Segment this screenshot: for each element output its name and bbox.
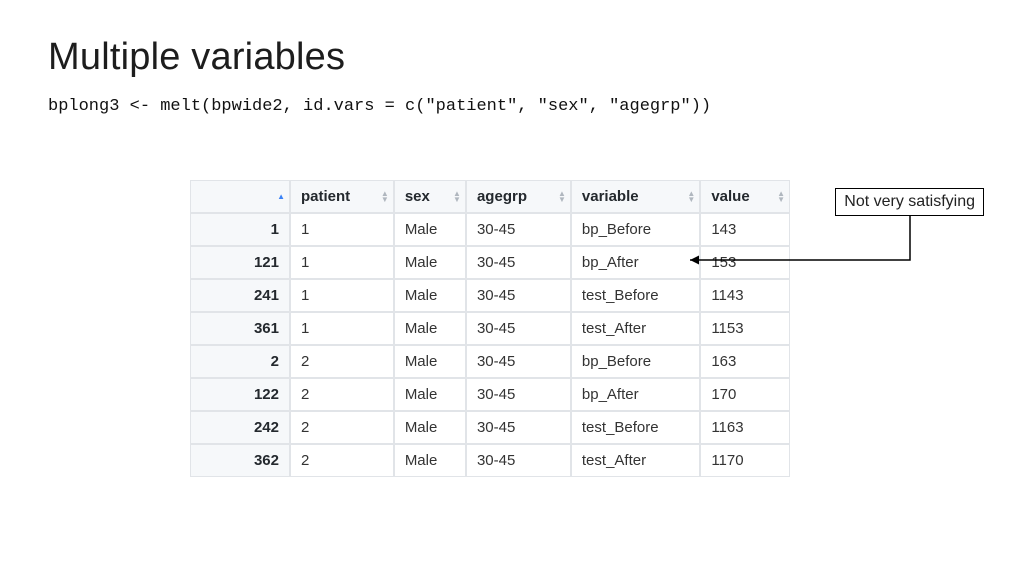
annotation-text: Not very satisfying — [844, 193, 975, 210]
row-index: 2 — [190, 345, 290, 378]
cell-agegrp: 30-45 — [466, 378, 571, 411]
table-row: 242 2 Male 30-45 test_Before 1163 — [190, 411, 790, 444]
col-header-label: value — [711, 188, 749, 205]
table-row: 361 1 Male 30-45 test_After 1153 — [190, 312, 790, 345]
cell-patient: 1 — [290, 312, 394, 345]
row-index: 241 — [190, 279, 290, 312]
cell-agegrp: 30-45 — [466, 411, 571, 444]
cell-value: 1163 — [700, 411, 790, 444]
cell-value: 143 — [700, 213, 790, 246]
cell-variable: bp_After — [571, 246, 700, 279]
cell-value: 170 — [700, 378, 790, 411]
page-title: Multiple variables — [48, 36, 976, 79]
row-index: 122 — [190, 378, 290, 411]
cell-sex: Male — [394, 312, 466, 345]
cell-patient: 1 — [290, 279, 394, 312]
data-table: ▲ patient ▲▼ sex ▲▼ agegrp ▲▼ — [190, 180, 790, 477]
col-header-sex[interactable]: sex ▲▼ — [394, 180, 466, 213]
table-row: 122 2 Male 30-45 bp_After 170 — [190, 378, 790, 411]
cell-value: 163 — [700, 345, 790, 378]
cell-variable: bp_Before — [571, 213, 700, 246]
table-row: 2 2 Male 30-45 bp_Before 163 — [190, 345, 790, 378]
cell-agegrp: 30-45 — [466, 345, 571, 378]
table-body: 1 1 Male 30-45 bp_Before 143 121 1 Male … — [190, 213, 790, 477]
table-row: 362 2 Male 30-45 test_After 1170 — [190, 444, 790, 477]
col-header-label: agegrp — [477, 188, 527, 205]
cell-variable: test_Before — [571, 279, 700, 312]
col-header-agegrp[interactable]: agegrp ▲▼ — [466, 180, 571, 213]
row-index: 1 — [190, 213, 290, 246]
sort-icon: ▲ — [277, 194, 285, 200]
cell-value: 153 — [700, 246, 790, 279]
table-header-row: ▲ patient ▲▼ sex ▲▼ agegrp ▲▼ — [190, 180, 790, 213]
cell-value: 1143 — [700, 279, 790, 312]
cell-variable: test_After — [571, 312, 700, 345]
cell-value: 1153 — [700, 312, 790, 345]
row-index: 121 — [190, 246, 290, 279]
col-header-label: patient — [301, 188, 350, 205]
col-header-patient[interactable]: patient ▲▼ — [290, 180, 394, 213]
sort-icon: ▲▼ — [453, 191, 461, 203]
slide: Multiple variables bplong3 <- melt(bpwid… — [0, 0, 1024, 576]
col-header-value[interactable]: value ▲▼ — [700, 180, 790, 213]
cell-sex: Male — [394, 246, 466, 279]
cell-variable: test_Before — [571, 411, 700, 444]
cell-sex: Male — [394, 411, 466, 444]
table-row: 121 1 Male 30-45 bp_After 153 — [190, 246, 790, 279]
cell-variable: bp_Before — [571, 345, 700, 378]
col-header-rownames[interactable]: ▲ — [190, 180, 290, 213]
row-index: 361 — [190, 312, 290, 345]
cell-agegrp: 30-45 — [466, 279, 571, 312]
cell-value: 1170 — [700, 444, 790, 477]
cell-variable: test_After — [571, 444, 700, 477]
cell-patient: 1 — [290, 246, 394, 279]
cell-patient: 2 — [290, 411, 394, 444]
cell-sex: Male — [394, 378, 466, 411]
cell-agegrp: 30-45 — [466, 312, 571, 345]
cell-sex: Male — [394, 213, 466, 246]
sort-icon: ▲▼ — [687, 191, 695, 203]
col-header-label: variable — [582, 188, 639, 205]
sort-icon: ▲▼ — [777, 191, 785, 203]
row-index: 242 — [190, 411, 290, 444]
cell-sex: Male — [394, 444, 466, 477]
cell-agegrp: 30-45 — [466, 444, 571, 477]
cell-variable: bp_After — [571, 378, 700, 411]
col-header-label: sex — [405, 188, 430, 205]
data-table-container: ▲ patient ▲▼ sex ▲▼ agegrp ▲▼ — [190, 180, 790, 477]
table-row: 241 1 Male 30-45 test_Before 1143 — [190, 279, 790, 312]
cell-sex: Male — [394, 345, 466, 378]
table-row: 1 1 Male 30-45 bp_Before 143 — [190, 213, 790, 246]
cell-agegrp: 30-45 — [466, 246, 571, 279]
cell-sex: Male — [394, 279, 466, 312]
annotation-box: Not very satisfying — [835, 188, 984, 216]
sort-icon: ▲▼ — [558, 191, 566, 203]
col-header-variable[interactable]: variable ▲▼ — [571, 180, 700, 213]
cell-patient: 2 — [290, 345, 394, 378]
row-index: 362 — [190, 444, 290, 477]
cell-patient: 2 — [290, 444, 394, 477]
cell-patient: 2 — [290, 378, 394, 411]
cell-agegrp: 30-45 — [466, 213, 571, 246]
code-block: bplong3 <- melt(bpwide2, id.vars = c("pa… — [48, 97, 976, 116]
sort-icon: ▲▼ — [381, 191, 389, 203]
cell-patient: 1 — [290, 213, 394, 246]
